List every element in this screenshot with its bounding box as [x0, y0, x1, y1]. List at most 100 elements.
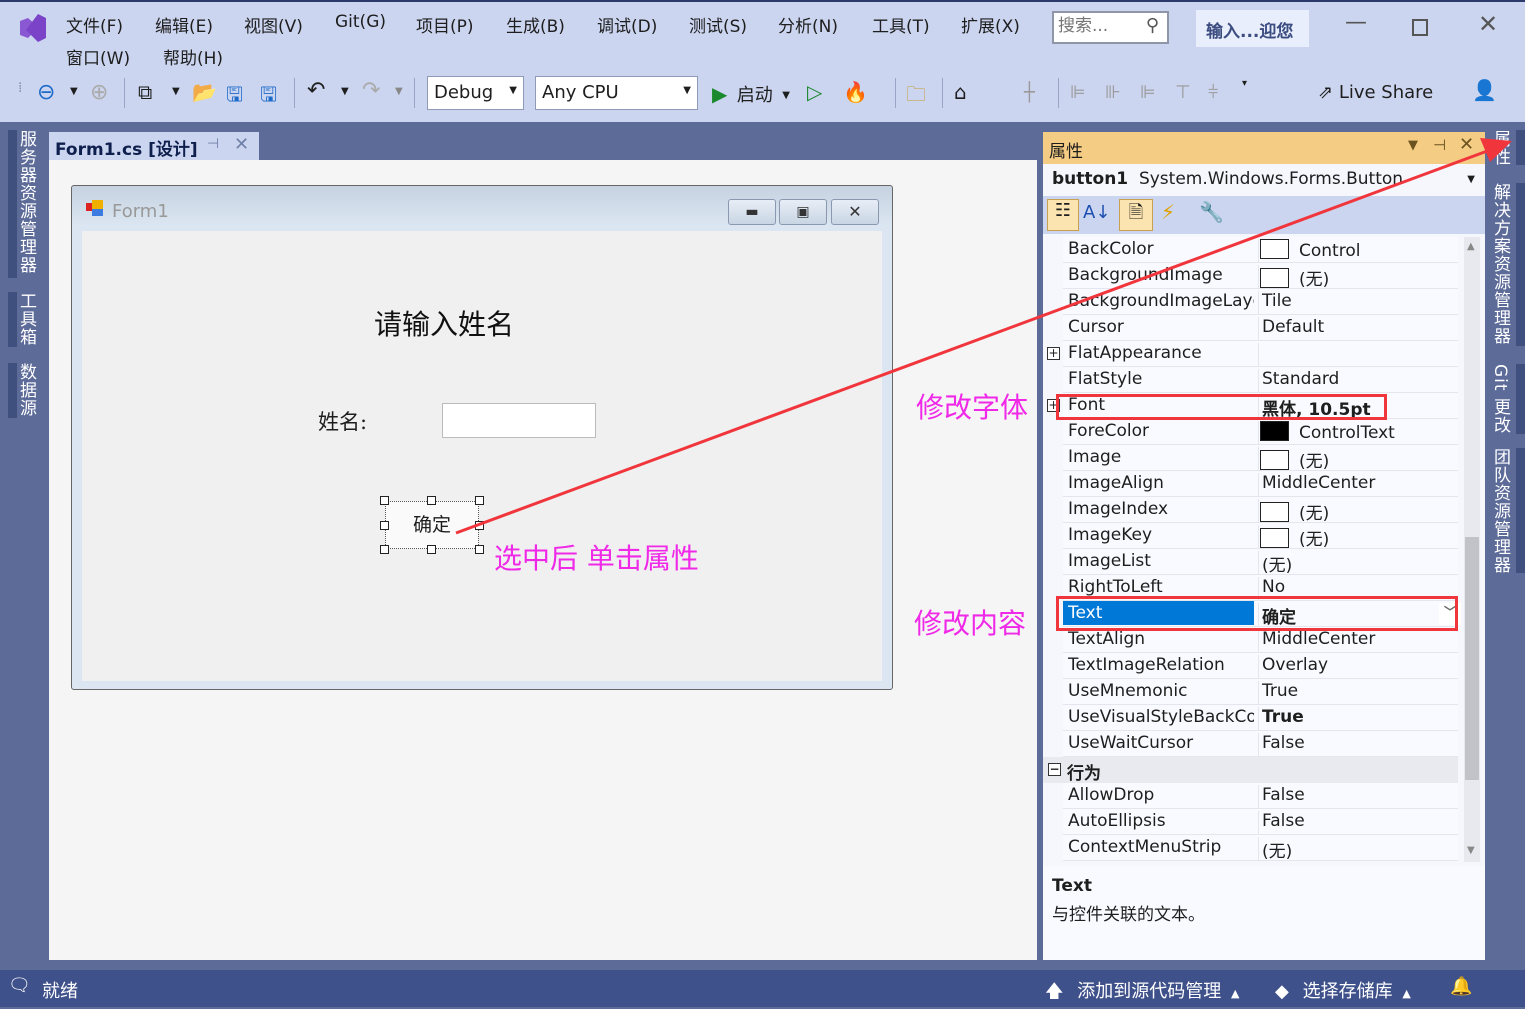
save-icon[interactable]: 🖫 — [226, 80, 243, 114]
property-row-textimagerelation[interactable]: TextImageRelation Overlay — [1063, 653, 1458, 679]
collapse-icon[interactable]: − — [1048, 763, 1061, 776]
menu-edit[interactable]: 编辑(E) — [155, 12, 213, 37]
menu-view[interactable]: 视图(V) — [244, 12, 303, 37]
start-button[interactable]: ▶ 启动 ▼ — [712, 81, 790, 107]
close-icon[interactable]: ✕ — [1478, 10, 1498, 38]
confirm-button[interactable]: 确定 — [385, 501, 479, 549]
property-row-flatstyle[interactable]: FlatStyle Standard — [1063, 367, 1458, 393]
toolbar-grip-icon[interactable]: ⁞ — [18, 80, 22, 96]
categorized-icon[interactable]: ☷ — [1047, 199, 1079, 231]
property-value[interactable]: Overlay — [1258, 655, 1463, 679]
platform-select[interactable]: Any CPU ▼ — [535, 76, 698, 110]
tab-properties[interactable]: 属性 — [1488, 130, 1513, 166]
configuration-select[interactable]: Debug ▼ — [427, 76, 524, 110]
search-box[interactable]: ⚲ — [1052, 11, 1169, 44]
property-row-backgroundimage[interactable]: BackgroundImage (无) — [1063, 263, 1458, 290]
menu-window[interactable]: 窗口(W) — [66, 44, 130, 69]
property-row-forecolor[interactable]: ForeColor ControlText — [1063, 419, 1458, 445]
property-value[interactable]: ControlText — [1258, 421, 1463, 445]
solution-name-badge[interactable]: 输入...迎您 — [1196, 10, 1309, 47]
form1-window[interactable]: Form1 ▬ ▣ ✕ 请输入姓名 姓名: 确定 — [71, 185, 893, 690]
menu-extensions[interactable]: 扩展(X) — [961, 12, 1020, 37]
property-row-autoellipsis[interactable]: AutoEllipsis False — [1063, 809, 1458, 835]
property-row-cursor[interactable]: Cursor Default — [1063, 315, 1458, 341]
property-grid-scrollbar[interactable]: ▲ ▼ — [1464, 237, 1480, 862]
tab-server-explorer[interactable]: 服务器资源管理器 — [14, 130, 39, 274]
property-value[interactable]: Default — [1258, 317, 1463, 341]
property-row-usemnemonic[interactable]: UseMnemonic True — [1063, 679, 1458, 705]
redo-icon[interactable]: ↷ — [362, 78, 380, 103]
menu-debug[interactable]: 调试(D) — [597, 12, 657, 37]
tab-toolbox[interactable]: 工具箱 — [14, 292, 39, 346]
align-top-icon[interactable]: ⊤ — [1175, 82, 1191, 103]
start-without-debugging-icon[interactable]: ▷ — [807, 80, 822, 104]
align-right-icon[interactable]: ⊫ — [1140, 82, 1156, 103]
close-tab-icon[interactable]: ✕ — [234, 134, 249, 155]
panel-menu-icon[interactable]: ▼ — [1408, 138, 1418, 153]
object-selector[interactable]: button1 System.Windows.Forms.Button ▼ — [1043, 164, 1485, 196]
scrollbar-thumb[interactable] — [1465, 537, 1479, 780]
property-value[interactable]: (无) — [1258, 265, 1463, 290]
save-all-icon[interactable]: 🖫 — [260, 80, 277, 114]
category-behavior[interactable]: − 行为 — [1043, 757, 1458, 784]
tab-order-icon[interactable]: ⌂ — [954, 80, 967, 104]
tab-team-explorer[interactable]: 团队资源管理器 — [1488, 448, 1513, 574]
name-textbox[interactable] — [442, 403, 596, 438]
menu-build[interactable]: 生成(B) — [506, 12, 565, 37]
add-to-source-control-button[interactable]: 🡅 添加到源代码管理 ▲ — [1045, 977, 1239, 1009]
pin-icon[interactable]: ⊣ — [207, 136, 219, 152]
property-row-allowdrop[interactable]: AllowDrop False — [1063, 783, 1458, 809]
property-row-contextmenustrip[interactable]: ContextMenuStrip (无) — [1063, 835, 1458, 862]
resize-handle[interactable] — [475, 496, 484, 505]
property-value[interactable] — [1258, 343, 1463, 367]
menu-project[interactable]: 项目(P) — [416, 12, 474, 37]
resize-handle[interactable] — [380, 545, 389, 554]
property-row-image[interactable]: Image (无) — [1063, 445, 1458, 472]
redo-dropdown-icon[interactable]: ▼ — [395, 86, 403, 97]
resize-handle[interactable] — [427, 545, 436, 554]
property-value[interactable]: (无) — [1258, 499, 1463, 524]
property-value[interactable]: MiddleCenter — [1258, 629, 1463, 653]
menu-git[interactable]: Git(G) — [335, 12, 386, 32]
menu-file[interactable]: 文件(F) — [66, 12, 123, 37]
property-value[interactable]: True — [1258, 681, 1463, 705]
notifications-bell-icon[interactable]: 🔔 — [1450, 976, 1472, 997]
property-value[interactable]: (无) — [1258, 551, 1463, 576]
form-maximize-button[interactable]: ▣ — [779, 199, 827, 225]
search-input[interactable] — [1054, 13, 1134, 39]
property-value[interactable]: (无) — [1258, 447, 1463, 472]
start-dropdown-icon[interactable]: ▼ — [782, 90, 790, 101]
new-project-icon[interactable]: ⧉ — [138, 80, 152, 104]
property-row-usewaitcursor[interactable]: UseWaitCursor False — [1063, 731, 1458, 757]
resize-handle[interactable] — [380, 521, 389, 530]
pin-icon[interactable]: ⊣ — [1433, 136, 1446, 154]
property-row-imageindex[interactable]: ImageIndex (无) — [1063, 497, 1458, 524]
tab-data-sources[interactable]: 数据源 — [14, 363, 39, 417]
toolbar-overflow-icon[interactable]: ▾ — [1242, 78, 1247, 89]
undo-dropdown-icon[interactable]: ▼ — [341, 86, 349, 97]
open-folder-icon[interactable]: 📂 — [192, 80, 217, 104]
property-value[interactable]: False — [1258, 811, 1463, 835]
output-icon[interactable]: 🗨 — [8, 975, 31, 996]
property-value[interactable]: Standard — [1258, 369, 1463, 393]
menu-test[interactable]: 测试(S) — [689, 12, 747, 37]
align-left-icon[interactable]: ⊫ — [1070, 82, 1086, 103]
select-repository-button[interactable]: ◆ 选择存储库 ▲ — [1275, 977, 1411, 1003]
property-row-usevisualstylebackcolor[interactable]: UseVisualStyleBackColor True — [1063, 705, 1458, 731]
hot-reload-icon[interactable]: 🔥 — [843, 80, 868, 104]
close-panel-icon[interactable]: ✕ — [1459, 134, 1474, 155]
new-dropdown-icon[interactable]: ▼ — [172, 86, 180, 97]
property-row-imagealign[interactable]: ImageAlign MiddleCenter — [1063, 471, 1458, 497]
property-row-imagekey[interactable]: ImageKey (无) — [1063, 523, 1458, 550]
back-dropdown-icon[interactable]: ▼ — [70, 86, 78, 97]
menu-analyze[interactable]: 分析(N) — [778, 12, 838, 37]
menu-tools[interactable]: 工具(T) — [872, 12, 930, 37]
property-row-backcolor[interactable]: BackColor Control — [1063, 237, 1458, 263]
resize-handle[interactable] — [427, 496, 436, 505]
back-icon[interactable]: ⊖ — [37, 80, 55, 105]
menu-help[interactable]: 帮助(H) — [163, 44, 223, 69]
undo-icon[interactable]: ↶ — [307, 78, 325, 103]
align-middle-icon[interactable]: ⫩ — [1208, 82, 1218, 103]
property-value[interactable]: MiddleCenter — [1258, 473, 1463, 497]
tab-git-changes[interactable]: Git 更改 — [1488, 364, 1513, 434]
